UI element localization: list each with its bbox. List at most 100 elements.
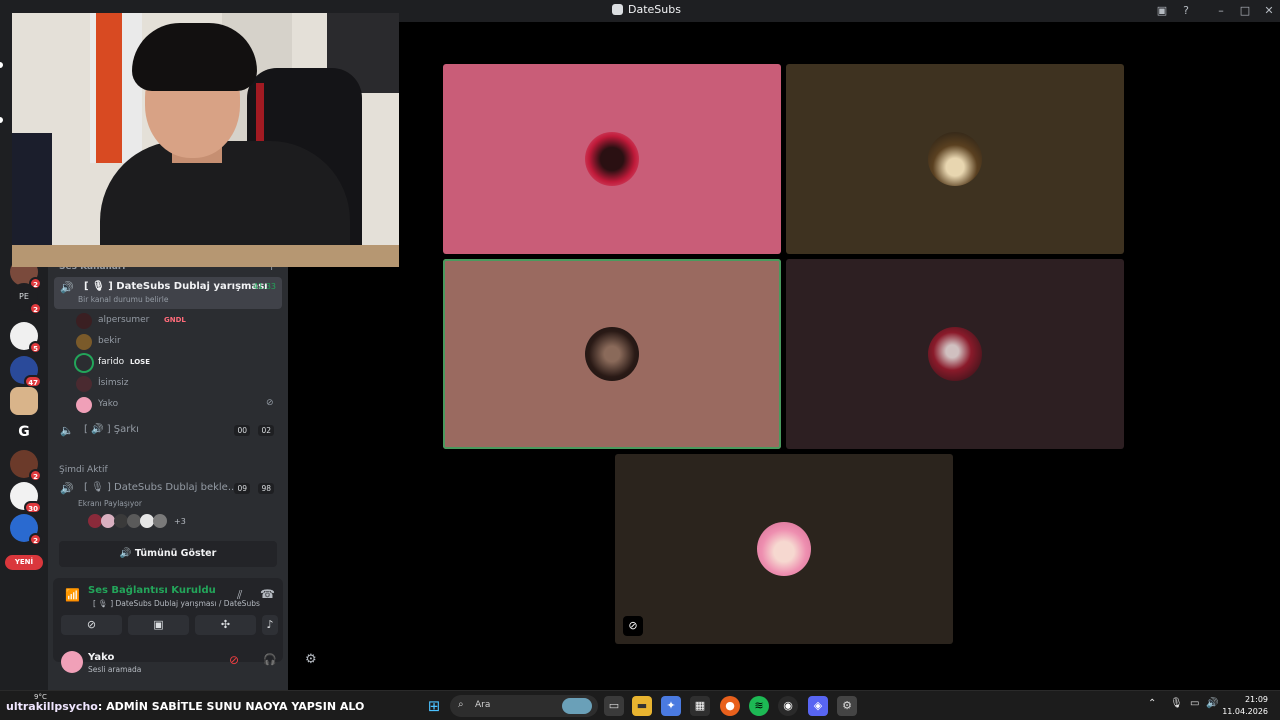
channel-status-hint[interactable]: Bir kanal durumu belirle	[78, 295, 168, 304]
minimize-button[interactable]: –	[1213, 3, 1229, 19]
avatar	[76, 376, 92, 392]
date: 11.04.2026	[1222, 707, 1268, 716]
member-name: farido	[98, 357, 125, 367]
taskbar: 9°C ultrakillpsycho: ADMİN SABİTLE SUNU …	[0, 690, 1280, 720]
mention-badge: 30	[24, 501, 42, 514]
avatar	[88, 514, 102, 528]
voice-member[interactable]: Yako ⊘	[76, 396, 286, 414]
avatar	[76, 397, 92, 413]
display-icon[interactable]: ▭	[1190, 698, 1199, 709]
noise-suppression-icon[interactable]: ⫽	[237, 588, 242, 603]
store-icon[interactable]: ▦	[690, 696, 710, 716]
user-count: 09	[234, 483, 250, 494]
server-icon[interactable]: 5	[10, 322, 42, 354]
show-all-label: Tümünü Göster	[134, 548, 217, 559]
user-status: Sesli aramada	[88, 665, 142, 674]
screen-share-button[interactable]: ▣	[128, 615, 189, 635]
task-view-icon[interactable]: ▭	[604, 696, 624, 716]
video-tile[interactable]: ⊘	[615, 454, 953, 644]
signal-icon[interactable]: 📶	[65, 588, 80, 602]
help-icon[interactable]: ?	[1178, 3, 1194, 19]
search-placeholder: Ara	[475, 700, 491, 710]
settings-gear-icon[interactable]: ⚙	[305, 652, 317, 667]
username: Yako	[88, 652, 115, 663]
activities-icon: ✣	[220, 618, 231, 631]
video-tile[interactable]	[786, 259, 1124, 449]
search-highlight-icon	[562, 698, 592, 714]
taskbar-search[interactable]: ⌕ Ara	[450, 695, 598, 717]
file-explorer-icon[interactable]: ▬	[632, 696, 652, 716]
voice-channel-other[interactable]: 🔊 [ 🎙 ] DateSubs Dublaj bekle... 09 98 E…	[54, 478, 282, 512]
server-initials: PE	[19, 292, 29, 301]
role-tag: GNDL	[164, 316, 186, 324]
discord-icon[interactable]: ◈	[808, 696, 828, 716]
screen-share-icon: ▣	[153, 618, 164, 631]
server-icon[interactable]: 2	[10, 450, 42, 482]
window-title: DateSubs	[612, 3, 681, 16]
soundboard-button[interactable]: ♪	[262, 615, 278, 635]
activities-button[interactable]: ✣	[195, 615, 256, 635]
participant-avatar	[928, 327, 982, 381]
disconnect-icon[interactable]: ☎	[260, 587, 275, 601]
server-icon-pe[interactable]: PE 2	[10, 283, 42, 315]
participant-avatar	[928, 132, 982, 186]
server-icon[interactable]	[10, 387, 38, 415]
avatar	[153, 514, 167, 528]
inbox-icon[interactable]: ▣	[1154, 3, 1170, 19]
maximize-button[interactable]: □	[1237, 3, 1253, 19]
clock[interactable]: 21:09 11.04.2026	[1222, 694, 1268, 718]
chat-username: ultrakillpsycho	[6, 700, 98, 713]
new-servers-pill[interactable]: YENİ	[5, 555, 43, 570]
camera-button[interactable]: ⊘	[61, 615, 122, 635]
mention-badge: 5	[29, 341, 42, 354]
voice-member[interactable]: farido LOSE	[76, 354, 286, 372]
mic-muted-icon[interactable]: ⊘	[229, 653, 239, 667]
video-tile[interactable]	[786, 64, 1124, 254]
soundboard-icon: ♪	[266, 618, 274, 631]
server-icon[interactable]: 2	[10, 514, 42, 546]
server-icon[interactable]: G	[10, 418, 38, 446]
user-count: 00	[234, 425, 250, 436]
show-all-button[interactable]: 🔊 Tümünü Göster	[59, 541, 277, 567]
video-tile-speaking[interactable]	[443, 259, 781, 449]
banner-stripe	[96, 13, 122, 163]
camera-off-icon: ⊘	[86, 618, 97, 631]
settings-gear-icon[interactable]: ⚙	[837, 696, 857, 716]
voice-member[interactable]: İsimsiz	[76, 375, 286, 393]
windows-start-icon[interactable]: ⊞	[424, 696, 444, 716]
copilot-icon[interactable]: ✦	[661, 696, 681, 716]
more-count: +3	[174, 517, 186, 526]
user-limit: 02	[258, 425, 274, 436]
avatar-stack[interactable]: +3	[88, 514, 188, 530]
connection-channel[interactable]: [ 🎙 ] DateSubs Dublaj yarışması / DateSu…	[93, 599, 260, 608]
headphones-icon[interactable]: 🎧	[263, 653, 277, 666]
voice-channel-song[interactable]: 🔈 [ 🔊 ] Şarkı 00 02	[54, 420, 282, 450]
user-limit: 98	[258, 483, 274, 494]
voice-member[interactable]: bekir	[76, 333, 286, 351]
server-icon[interactable]: 47	[10, 356, 42, 388]
member-name: alpersumer	[98, 315, 150, 325]
voice-channel-active[interactable]: 🔊 [ 🎙 ] DateSubs Dublaj yarışması 41:33 …	[54, 277, 282, 309]
spotify-icon[interactable]: ≋	[749, 696, 769, 716]
speaker-icon: 🔈	[60, 424, 74, 437]
mention-badge: 2	[29, 302, 42, 315]
microphone-icon[interactable]: 🎙	[1170, 698, 1183, 709]
mic-muted-icon: ⊘	[623, 616, 643, 636]
firefox-icon[interactable]: ●	[720, 696, 740, 716]
avatar	[114, 514, 128, 528]
window-title-text: DateSubs	[628, 3, 681, 16]
steam-icon[interactable]: ◉	[778, 696, 798, 716]
chevron-up-icon[interactable]: ⌃	[1148, 698, 1156, 709]
close-button[interactable]: ✕	[1261, 3, 1277, 19]
avatar[interactable]	[61, 651, 83, 673]
participant-avatar	[585, 132, 639, 186]
avatar	[140, 514, 154, 528]
channel-name: [ 🔊 ] Şarkı	[84, 424, 139, 435]
volume-icon[interactable]: 🔊	[1206, 698, 1218, 709]
server-icon[interactable]: 30	[10, 482, 42, 514]
screen-share-status: Ekranı Paylaşıyor	[78, 499, 142, 508]
desk	[12, 245, 399, 267]
video-tile[interactable]	[443, 64, 781, 254]
voice-member[interactable]: alpersumer GNDL	[76, 312, 286, 330]
participant-avatar	[585, 327, 639, 381]
